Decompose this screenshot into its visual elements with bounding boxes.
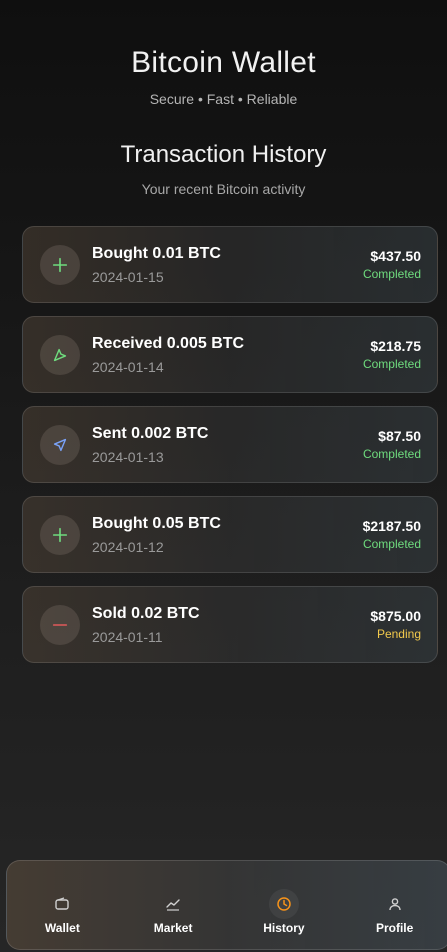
nav-label: History [263, 921, 305, 935]
app-title: Bitcoin Wallet [131, 46, 316, 79]
transaction-amount: $2187.50 [362, 518, 421, 534]
transaction-amount: $218.75 [370, 338, 421, 354]
bottom-nav: Wallet Market History Profile [6, 860, 447, 950]
transaction-title: Received 0.005 BTC [92, 334, 245, 352]
user-icon [380, 889, 410, 919]
chart-icon [158, 889, 188, 919]
section-title: Transaction History [120, 141, 327, 168]
nav-label: Profile [375, 921, 414, 935]
wallet-icon [47, 889, 77, 919]
transaction-card[interactable]: Received 0.005 BTC 2024-01-14 $218.75 Co… [22, 316, 438, 393]
clock-icon [268, 889, 299, 919]
status-badge: Completed [362, 357, 421, 371]
receive-arrow-icon [40, 334, 80, 375]
transaction-date: 2024-01-11 [92, 628, 163, 645]
app-subtitle: Secure • Fast • Reliable [149, 91, 298, 107]
transaction-date: 2024-01-12 [92, 538, 164, 555]
section-subtitle: Your recent Bitcoin activity [141, 181, 306, 197]
minus-icon [40, 604, 80, 645]
status-badge: Completed [362, 267, 421, 281]
nav-item-profile[interactable]: Profile [340, 889, 447, 935]
status-badge: Completed [362, 447, 421, 461]
transaction-title: Bought 0.05 BTC [92, 514, 221, 532]
status-badge: Completed [362, 537, 421, 551]
transaction-date: 2024-01-14 [92, 358, 164, 375]
nav-item-market[interactable]: Market [118, 889, 228, 935]
nav-item-wallet[interactable]: Wallet [7, 889, 117, 935]
transaction-amount: $437.50 [370, 248, 421, 264]
transaction-title: Sold 0.02 BTC [92, 604, 200, 622]
transaction-list: Bought 0.01 BTC 2024-01-15 $437.50 Compl… [22, 226, 438, 676]
nav-label: Market [153, 921, 193, 935]
send-arrow-icon [40, 424, 80, 465]
transaction-date: 2024-01-15 [92, 268, 164, 285]
plus-icon [40, 514, 80, 555]
nav-label: Wallet [44, 921, 80, 935]
transaction-title: Sent 0.002 BTC [92, 424, 209, 442]
transaction-card[interactable]: Bought 0.05 BTC 2024-01-12 $2187.50 Comp… [22, 496, 438, 573]
transaction-title: Bought 0.01 BTC [92, 244, 221, 262]
status-badge: Pending [376, 627, 421, 641]
plus-icon [40, 244, 80, 285]
transaction-date: 2024-01-13 [92, 448, 164, 465]
transaction-card[interactable]: Sold 0.02 BTC 2024-01-11 $875.00 Pending [22, 586, 438, 663]
history-section-header: Transaction History Your recent Bitcoin … [0, 141, 447, 197]
app-header: Bitcoin Wallet Secure • Fast • Reliable [0, 0, 447, 107]
transaction-amount: $875.00 [370, 608, 421, 624]
nav-item-history[interactable]: History [229, 889, 339, 935]
transaction-card[interactable]: Bought 0.01 BTC 2024-01-15 $437.50 Compl… [22, 226, 438, 303]
transaction-amount: $87.50 [378, 428, 421, 444]
transaction-card[interactable]: Sent 0.002 BTC 2024-01-13 $87.50 Complet… [22, 406, 438, 483]
